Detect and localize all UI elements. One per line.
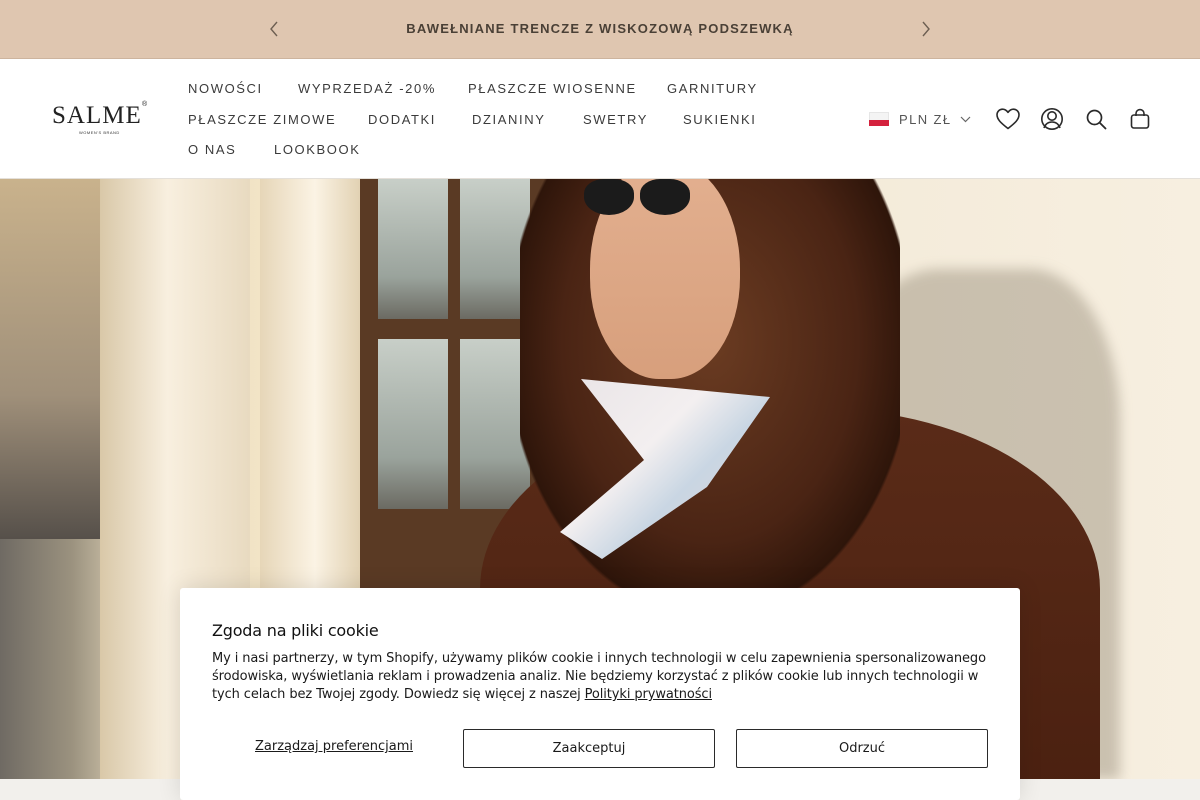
nav-item-swetry[interactable]: SWETRY	[583, 112, 648, 127]
nav-item-garnitury[interactable]: GARNITURY	[667, 81, 758, 96]
account-icon[interactable]	[1039, 106, 1065, 132]
chevron-right-icon[interactable]	[916, 18, 936, 40]
nav-item-dodatki[interactable]: DODATKI	[368, 112, 436, 127]
announcement-bar: BAWEŁNIANE TRENCZE Z WISKOZOWĄ PODSZEWKĄ	[0, 0, 1200, 59]
search-icon[interactable]	[1083, 106, 1109, 132]
decline-cookies-button[interactable]: Odrzuć	[736, 729, 988, 768]
poland-flag-icon	[869, 112, 889, 126]
privacy-policy-link[interactable]: Polityki prywatności	[585, 687, 712, 702]
nav-item-wyprzedaz[interactable]: WYPRZEDAŻ -20%	[298, 81, 436, 96]
announcement-text[interactable]: BAWEŁNIANE TRENCZE Z WISKOZOWĄ PODSZEWKĄ	[0, 21, 1200, 36]
heart-icon[interactable]	[995, 106, 1021, 132]
logo-registered-mark: ®	[142, 101, 148, 108]
logo-tagline: WOMEN'S BRAND	[79, 130, 120, 135]
nav-item-nowosci[interactable]: NOWOŚCI	[188, 81, 263, 96]
site-header: SALME ® WOMEN'S BRAND NOWOŚCI WYPRZEDAŻ …	[0, 59, 1200, 179]
nav-item-sukienki[interactable]: SUKIENKI	[683, 112, 756, 127]
nav-item-plaszcze-zimowe[interactable]: PŁASZCZE ZIMOWE	[188, 112, 336, 127]
cookie-description: My i nasi partnerzy, w tym Shopify, używ…	[212, 650, 992, 704]
cookie-consent-dialog: Zgoda na pliki cookie My i nasi partnerz…	[180, 588, 1020, 800]
salme-logo[interactable]: SALME ® WOMEN'S BRAND	[52, 101, 152, 139]
manage-preferences-link[interactable]: Zarządzaj preferencjami	[255, 739, 413, 754]
accept-cookies-button[interactable]: Zaakceptuj	[463, 729, 715, 768]
sunglasses-icon	[584, 179, 694, 217]
chevron-down-icon	[961, 116, 971, 122]
nav-item-lookbook[interactable]: LOOKBOOK	[274, 142, 361, 157]
currency-selector[interactable]: PLN ZŁ	[869, 109, 971, 129]
cookie-title: Zgoda na pliki cookie	[212, 621, 379, 640]
logo-wordmark: SALME	[52, 102, 142, 129]
nav-item-dzianiny[interactable]: DZIANINY	[472, 112, 545, 127]
nav-item-o-nas[interactable]: O NAS	[188, 142, 236, 157]
currency-label: PLN ZŁ	[899, 111, 952, 127]
nav-item-plaszcze-wiosenne[interactable]: PŁASZCZE WIOSENNE	[468, 81, 637, 96]
hero-background-building	[0, 179, 110, 539]
bag-icon[interactable]	[1127, 106, 1153, 132]
